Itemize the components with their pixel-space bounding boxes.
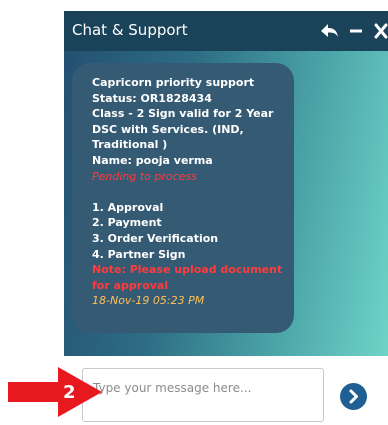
message-line: Capricorn priority support — [92, 76, 255, 89]
chat-window: Chat & Support Capricorn priority suppor… — [64, 11, 388, 425]
message-line: Class - 2 Sign valid for 2 Year — [92, 107, 274, 121]
close-icon[interactable] — [374, 19, 388, 43]
input-area — [64, 356, 388, 425]
message-line: Traditional ) — [92, 138, 168, 152]
annotation-number: 2 — [63, 382, 76, 403]
note-text: Note: Please upload document — [92, 263, 283, 277]
chevron-right-icon — [340, 383, 367, 410]
chat-header: Chat & Support — [64, 11, 388, 51]
arrow-right-icon — [8, 367, 102, 417]
support-message-bubble: Capricorn priority support Status: OR182… — [72, 63, 294, 333]
chat-title: Chat & Support — [72, 21, 188, 39]
step-item: 4. Partner Sign — [92, 247, 186, 261]
step-item: 1. Approval — [92, 200, 164, 214]
reply-icon[interactable] — [318, 19, 340, 43]
send-button[interactable] — [340, 383, 367, 410]
step-item: 2. Payment — [92, 216, 162, 230]
message-input[interactable] — [82, 368, 324, 422]
customer-name-line: Name: pooja verma — [92, 153, 213, 167]
message-line: DSC with Services. (IND, — [92, 122, 244, 136]
message-timestamp: 18-Nov-19 05:23 PM — [92, 294, 205, 308]
step-item: 3. Order Verification — [92, 231, 219, 245]
order-status-line: Status: OR1828434 — [92, 91, 212, 105]
note-text: for approval — [92, 278, 169, 292]
minimize-icon[interactable] — [349, 19, 363, 43]
pending-status-text: Pending to process — [92, 169, 197, 183]
page: Chat & Support Capricorn priority suppor… — [0, 0, 388, 425]
message-area[interactable]: Capricorn priority support Status: OR182… — [64, 51, 388, 356]
